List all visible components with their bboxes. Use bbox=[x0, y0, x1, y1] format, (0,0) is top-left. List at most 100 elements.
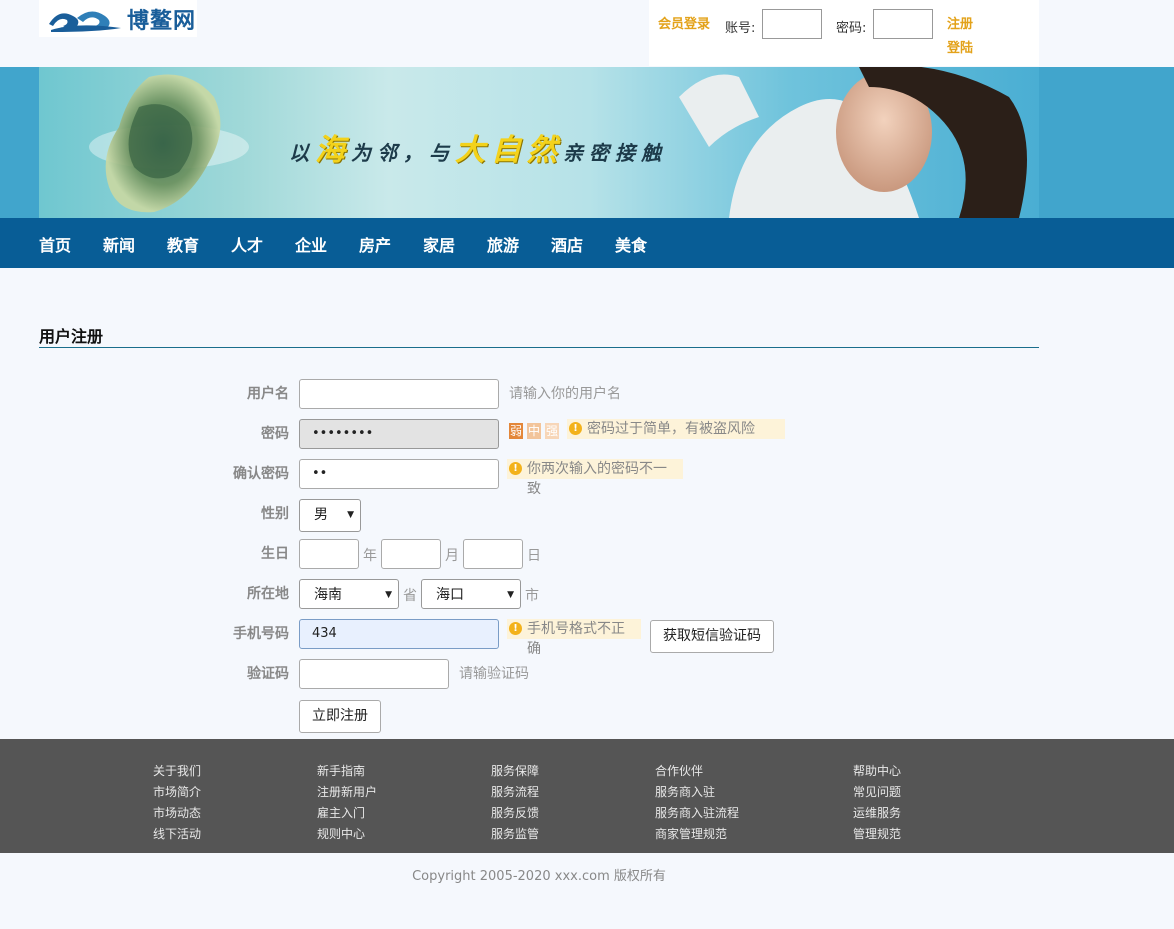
footer-link[interactable]: 服务保障 bbox=[491, 761, 539, 782]
warning-icon: ! bbox=[509, 622, 522, 635]
footer-link[interactable]: 服务反馈 bbox=[491, 803, 539, 824]
confirm-warning: ! 你两次输入的密码不一致 bbox=[507, 459, 683, 497]
footer-link[interactable]: 新手指南 bbox=[317, 761, 377, 782]
register-link[interactable]: 注册 bbox=[947, 13, 973, 32]
warning-icon: ! bbox=[509, 462, 522, 475]
nav-item-home-furnishing[interactable]: 家居 bbox=[423, 232, 455, 256]
footer-column-help: 帮助中心 常见问题 运维服务 管理规范 bbox=[853, 761, 901, 845]
footer-link[interactable]: 服务商入驻 bbox=[655, 782, 739, 803]
account-label: 账号: bbox=[725, 21, 756, 36]
dropdown-arrow-icon: ▼ bbox=[385, 590, 392, 600]
username-hint: 请输入你的用户名 bbox=[509, 386, 621, 402]
footer-link[interactable]: 关于我们 bbox=[153, 761, 201, 782]
confirm-password-field[interactable]: •• bbox=[299, 459, 499, 489]
dropdown-arrow-icon: ▼ bbox=[507, 590, 514, 600]
nav-item-food[interactable]: 美食 bbox=[615, 232, 647, 256]
city-select[interactable]: 海口 ▼ bbox=[421, 579, 521, 609]
nav-item-home[interactable]: 首页 bbox=[39, 232, 71, 256]
footer-link[interactable]: 商家管理规范 bbox=[655, 824, 739, 845]
username-label: 用户名 bbox=[247, 386, 289, 402]
month-unit: 月 bbox=[445, 548, 459, 564]
gender-selected: 男 bbox=[314, 507, 328, 523]
birthday-label: 生日 bbox=[261, 546, 289, 562]
password-field[interactable]: •••••••• bbox=[299, 419, 499, 449]
nav-item-travel[interactable]: 旅游 bbox=[487, 232, 519, 256]
year-unit: 年 bbox=[363, 548, 377, 564]
register-submit-button[interactable]: 立即注册 bbox=[299, 700, 381, 733]
day-unit: 日 bbox=[527, 548, 541, 564]
footer-link[interactable]: 合作伙伴 bbox=[655, 761, 739, 782]
captcha-label: 验证码 bbox=[247, 666, 289, 682]
strength-strong: 强 bbox=[545, 423, 559, 439]
footer-link[interactable]: 规则中心 bbox=[317, 824, 377, 845]
footer-column-partners: 合作伙伴 服务商入驻 服务商入驻流程 商家管理规范 bbox=[655, 761, 739, 845]
account-input[interactable] bbox=[762, 9, 822, 39]
password-label: 密码: bbox=[836, 21, 867, 36]
slogan-part3: 亲密接触 bbox=[563, 141, 667, 165]
birth-month-input[interactable] bbox=[381, 539, 441, 569]
copyright-text: Copyright 2005-2020 xxx.com 版权所有 bbox=[412, 869, 666, 884]
footer-link[interactable]: 市场动态 bbox=[153, 803, 201, 824]
footer-link[interactable]: 运维服务 bbox=[853, 803, 901, 824]
password-field-label: 密码 bbox=[261, 426, 289, 442]
logo-text: 博鳌网 bbox=[127, 8, 197, 34]
main-nav: 首页 新闻 教育 人才 企业 房产 家居 旅游 酒店 美食 bbox=[0, 218, 1174, 268]
password-warning-text: 密码过于简单，有被盗风险 bbox=[587, 421, 755, 437]
phone-warning-text: 手机号格式不正确 bbox=[527, 621, 625, 657]
province-unit: 省 bbox=[403, 588, 417, 604]
page-title: 用户注册 bbox=[39, 327, 104, 346]
warning-icon: ! bbox=[569, 422, 582, 435]
dropdown-arrow-icon: ▼ bbox=[347, 510, 354, 520]
title-divider bbox=[39, 347, 1039, 348]
nav-item-real-estate[interactable]: 房产 bbox=[359, 232, 391, 256]
footer-link[interactable]: 市场简介 bbox=[153, 782, 201, 803]
password-warning: ! 密码过于简单，有被盗风险 bbox=[567, 419, 785, 439]
get-sms-code-button[interactable]: 获取短信验证码 bbox=[650, 620, 774, 653]
phone-warning: ! 手机号格式不正确 bbox=[507, 619, 641, 657]
slogan-part2: 为邻，与 bbox=[351, 141, 455, 165]
province-select[interactable]: 海南 ▼ bbox=[299, 579, 399, 609]
strength-medium: 中 bbox=[527, 423, 541, 439]
banner-image: 以海为邻，与大自然亲密接触 bbox=[39, 67, 1039, 218]
footer-link[interactable]: 线下活动 bbox=[153, 824, 201, 845]
footer: 关于我们 市场简介 市场动态 线下活动 新手指南 注册新用户 雇主入门 规则中心… bbox=[0, 739, 1174, 853]
slogan-part1: 以 bbox=[289, 141, 315, 165]
captcha-input[interactable] bbox=[299, 659, 449, 689]
city-selected: 海口 bbox=[436, 587, 464, 603]
phone-input[interactable]: 434 bbox=[299, 619, 499, 649]
location-label: 所在地 bbox=[247, 586, 289, 602]
footer-column-guide: 新手指南 注册新用户 雇主入门 规则中心 bbox=[317, 761, 377, 845]
nav-item-talent[interactable]: 人才 bbox=[231, 232, 263, 256]
province-selected: 海南 bbox=[314, 587, 342, 603]
footer-column-about: 关于我们 市场简介 市场动态 线下活动 bbox=[153, 761, 201, 845]
nav-item-news[interactable]: 新闻 bbox=[103, 232, 135, 256]
banner: 以海为邻，与大自然亲密接触 bbox=[0, 67, 1174, 218]
birth-day-input[interactable] bbox=[463, 539, 523, 569]
footer-link[interactable]: 服务监管 bbox=[491, 824, 539, 845]
birth-year-input[interactable] bbox=[299, 539, 359, 569]
captcha-hint: 请输验证码 bbox=[459, 666, 529, 682]
footer-link[interactable]: 服务流程 bbox=[491, 782, 539, 803]
member-login-title: 会员登录 bbox=[658, 17, 711, 32]
strength-weak: 弱 bbox=[509, 423, 523, 439]
nav-item-education[interactable]: 教育 bbox=[167, 232, 199, 256]
footer-link[interactable]: 雇主入门 bbox=[317, 803, 377, 824]
nav-item-enterprise[interactable]: 企业 bbox=[295, 232, 327, 256]
footer-link[interactable]: 常见问题 bbox=[853, 782, 901, 803]
gender-label: 性别 bbox=[261, 506, 289, 522]
slogan-highlight-sea: 海 bbox=[315, 133, 351, 168]
slogan-highlight-nature: 大自然 bbox=[455, 133, 563, 168]
gender-select[interactable]: 男 ▼ bbox=[299, 499, 361, 532]
banner-slogan: 以海为邻，与大自然亲密接触 bbox=[289, 125, 667, 169]
footer-link[interactable]: 注册新用户 bbox=[317, 782, 377, 803]
footer-link[interactable]: 帮助中心 bbox=[853, 761, 901, 782]
nav-item-hotel[interactable]: 酒店 bbox=[551, 232, 583, 256]
login-link[interactable]: 登陆 bbox=[947, 37, 973, 56]
footer-link[interactable]: 服务商入驻流程 bbox=[655, 803, 739, 824]
footer-link[interactable]: 管理规范 bbox=[853, 824, 901, 845]
phone-label: 手机号码 bbox=[233, 626, 289, 642]
site-logo[interactable]: 博鳌网 bbox=[39, 0, 197, 37]
login-panel: 会员登录 账号: 密码: 注册 登陆 bbox=[649, 0, 1039, 66]
username-input[interactable] bbox=[299, 379, 499, 409]
password-input[interactable] bbox=[873, 9, 933, 39]
